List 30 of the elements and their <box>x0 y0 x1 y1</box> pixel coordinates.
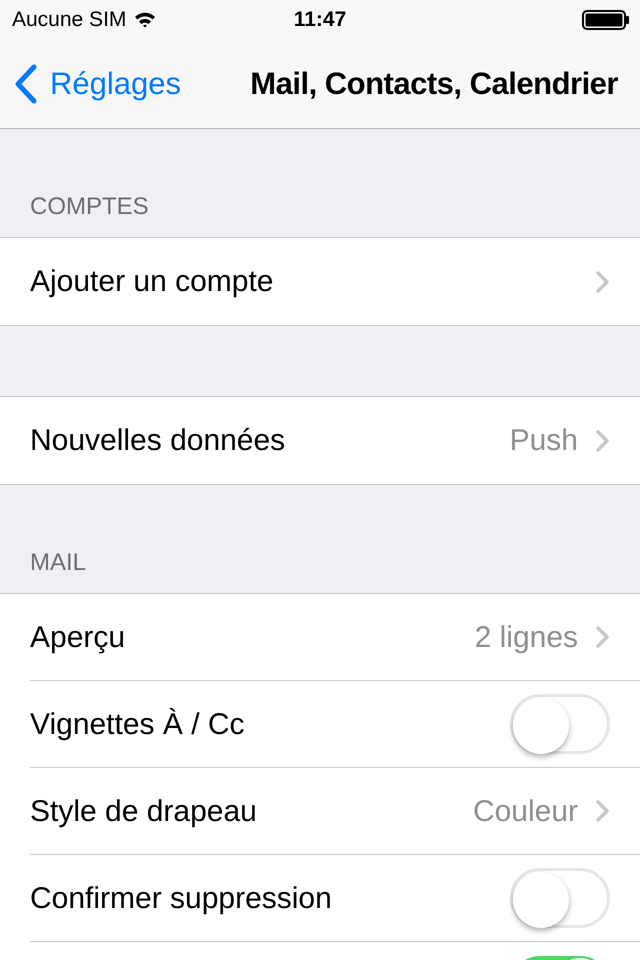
clock-text: 11:47 <box>294 7 346 34</box>
carrier-text: Aucune SIM <box>12 7 126 34</box>
row-label: Style de drapeau <box>30 794 258 830</box>
settings-row[interactable]: Vignettes À / Cc <box>0 681 640 768</box>
back-button[interactable]: Réglages <box>14 60 181 108</box>
chevron-icon <box>596 270 610 292</box>
nav-title: Mail, Contacts, Calendrier <box>250 64 618 103</box>
chevron-icon <box>596 430 610 452</box>
settings-row[interactable]: Nouvelles données Push <box>0 397 640 484</box>
row-label: Confirmer suppression <box>30 880 333 916</box>
settings-row[interactable]: Aperçu 2 lignes <box>0 594 640 681</box>
back-chevron-icon <box>14 64 38 104</box>
wifi-icon <box>134 12 156 28</box>
settings-row[interactable]: Ajouter un compte <box>0 238 640 325</box>
row-label: Vignettes À / Cc <box>30 706 246 742</box>
settings-row[interactable]: Confirmer suppression <box>0 855 640 942</box>
row-value: Push <box>510 423 578 459</box>
row-label: Aperçu <box>30 620 126 656</box>
row-label: Nouvelles données <box>30 423 286 459</box>
toggle-switch[interactable] <box>510 694 610 754</box>
toggle-switch[interactable] <box>510 868 610 928</box>
section-header: COMPTES <box>29 192 149 222</box>
row-value: Couleur <box>472 794 578 830</box>
settings-row[interactable]: Style de drapeau Couleur <box>0 768 640 855</box>
section-header: MAIL <box>29 548 86 578</box>
battery-icon <box>582 10 630 30</box>
row-value: 2 lignes <box>474 620 578 656</box>
row-label: Ajouter un compte <box>30 264 274 300</box>
chevron-icon <box>596 800 610 822</box>
chevron-icon <box>596 626 610 648</box>
